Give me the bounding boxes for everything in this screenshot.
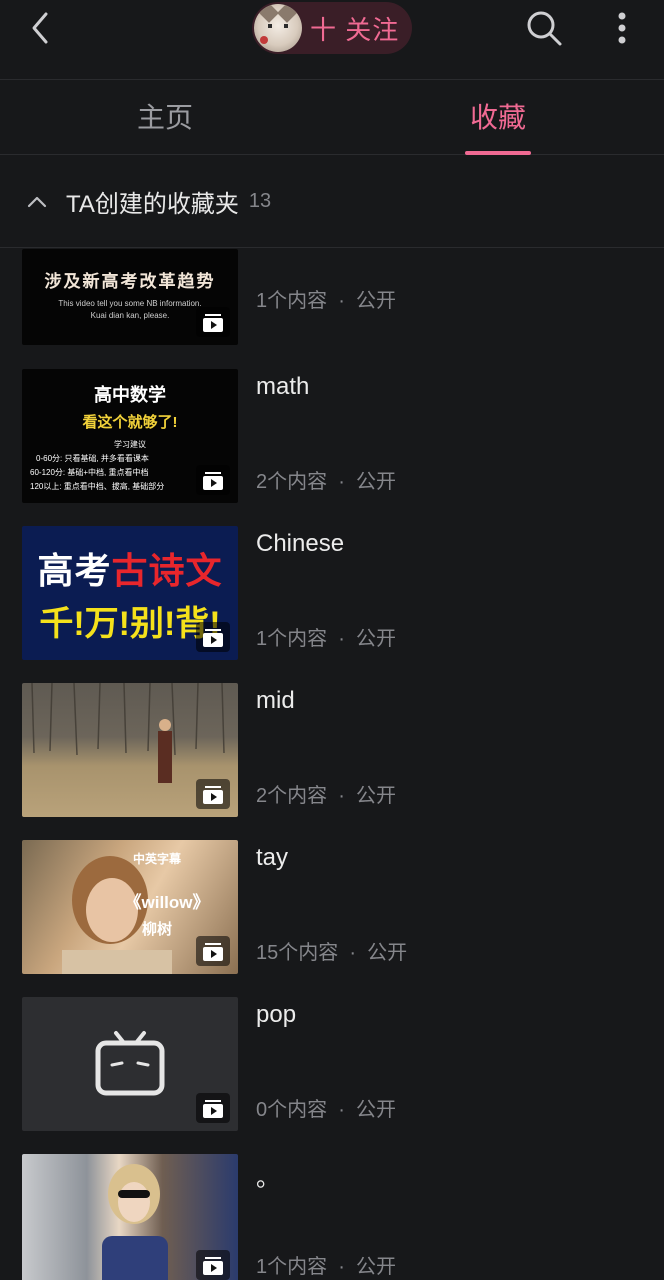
folder-title: pop — [256, 1001, 297, 1028]
folder-title: tay — [256, 844, 289, 871]
video-folder-icon — [196, 936, 230, 966]
search-icon[interactable] — [524, 8, 564, 48]
folder-thumbnail: 中英字幕 《willow》 柳树 — [22, 840, 238, 974]
favorites-section-header[interactable]: TA创建的收藏夹 13 — [0, 156, 664, 248]
folder-meta: 1个内容 · 公开 — [256, 628, 397, 650]
tab-favorites[interactable]: 收藏 — [433, 81, 563, 155]
thumbnail-text: 0-60分: 只看基础, 并多看看课本 — [36, 454, 149, 463]
folder-list: 涉及新高考改革趋势 This video tell you some NB in… — [0, 249, 664, 1280]
thumbnail-text: 学习建议 — [114, 440, 146, 449]
video-folder-icon — [196, 465, 230, 495]
avatar[interactable] — [254, 4, 302, 52]
folder-title: Chinese — [256, 530, 345, 557]
active-tab-indicator — [465, 151, 531, 155]
folder-item[interactable]: 高考古诗文 千!万!别!背! Chinese 1个内容 · 公开 — [0, 526, 664, 683]
folder-meta: 1个内容 · 公开 — [256, 290, 397, 312]
back-icon[interactable] — [22, 8, 62, 48]
tab-home[interactable]: 主页 — [100, 81, 230, 155]
folder-title: math — [256, 373, 310, 400]
folder-thumbnail — [22, 997, 238, 1131]
folder-item[interactable]: pop 0个内容 · 公开 — [0, 997, 664, 1154]
folder-thumbnail: 高中数学 看这个就够了! 学习建议 0-60分: 只看基础, 并多看看课本 60… — [22, 369, 238, 503]
folder-thumbnail — [22, 1154, 238, 1280]
thumbnail-text: 涉及新高考改革趋势 — [44, 272, 216, 291]
thumbnail-text: 中英字幕 — [132, 852, 181, 866]
section-count: 13 — [248, 190, 272, 212]
more-options-icon[interactable] — [604, 8, 640, 48]
folder-title: mid — [256, 687, 295, 714]
folder-item[interactable]: 高中数学 看这个就够了! 学习建议 0-60分: 只看基础, 并多看看课本 60… — [0, 369, 664, 526]
folder-meta: 2个内容 · 公开 — [256, 785, 397, 807]
folder-item[interactable]: 中英字幕 《willow》 柳树 tay 15个内容 · 公开 — [0, 840, 664, 997]
chevron-up-icon[interactable] — [26, 191, 48, 213]
folder-meta: 2个内容 · 公开 — [256, 471, 397, 493]
video-folder-icon — [196, 1093, 230, 1123]
folder-thumbnail — [22, 683, 238, 817]
video-folder-icon — [196, 779, 230, 809]
folder-meta: 15个内容 · 公开 — [256, 942, 408, 964]
thumbnail-text: 高考 — [37, 550, 112, 591]
video-folder-icon — [196, 622, 230, 652]
folder-item[interactable]: 涉及新高考改革趋势 This video tell you some NB in… — [0, 249, 664, 383]
top-bar: 十 关注 — [0, 0, 664, 80]
profile-tabs: 主页 收藏 — [0, 81, 664, 155]
folder-meta: 1个内容 · 公开 — [256, 1256, 397, 1278]
folder-item[interactable]: 。 1个内容 · 公开 — [0, 1154, 664, 1280]
thumbnail-text: 《willow》 — [124, 893, 210, 912]
thumbnail-text: 高中数学 — [94, 385, 166, 405]
thumbnail-title-row: 高考古诗文 — [22, 542, 238, 594]
thumbnail-text: 看这个就够了! — [82, 414, 178, 431]
follow-label: 十 关注 — [310, 14, 400, 45]
video-folder-icon — [196, 307, 230, 337]
folder-title: 。 — [256, 1165, 280, 1192]
folder-thumbnail: 高考古诗文 千!万!别!背! — [22, 526, 238, 660]
folder-meta: 0个内容 · 公开 — [256, 1099, 397, 1121]
follow-button[interactable]: 十 关注 — [252, 2, 412, 54]
folder-thumbnail: 涉及新高考改革趋势 This video tell you some NB in… — [22, 249, 238, 345]
section-title: TA创建的收藏夹 — [66, 191, 239, 218]
video-folder-icon — [196, 1250, 230, 1280]
folder-item[interactable]: mid 2个内容 · 公开 — [0, 683, 664, 840]
thumbnail-text: 古诗文 — [111, 550, 223, 591]
